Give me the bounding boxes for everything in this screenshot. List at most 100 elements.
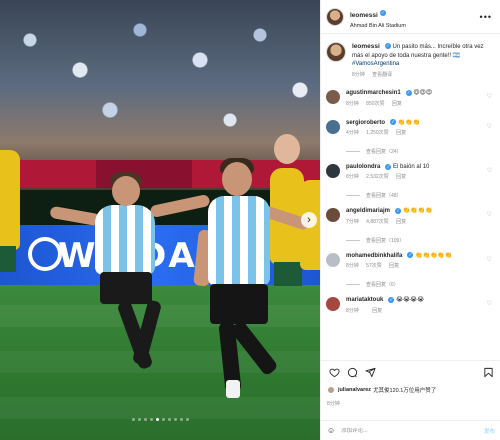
commenter-username[interactable]: mariataktouk — [346, 297, 383, 303]
comment-item: mohamedbinkhalifa ✓ 👏👏👏👏👏 8分钟 57次赞 回复 ♡ 查… — [326, 246, 496, 288]
comment-likes[interactable]: 4,887次赞 — [366, 219, 389, 225]
comment-meta: 7分钟 4,887次赞 回复 — [346, 219, 486, 226]
comment-time: 8分钟 — [346, 263, 359, 270]
player-yellow-shorts — [274, 262, 302, 286]
comment-body: mariataktouk ✓ 😭😭😭😭 8分钟 回复 — [346, 296, 486, 314]
player2-shirt — [208, 196, 270, 286]
view-replies-text[interactable]: 查看回复（6） — [366, 281, 399, 288]
caption-username[interactable]: leomessi — [352, 43, 380, 50]
comment-like-icon[interactable]: ♡ — [487, 93, 492, 100]
commenter-avatar[interactable] — [326, 208, 340, 223]
verified-icon: ✓ — [395, 207, 402, 214]
comment-meta: 8分钟 850次赞 回复 — [346, 101, 486, 108]
view-replies-text[interactable]: 查看回复（109） — [366, 237, 404, 244]
player1-arm-left — [49, 205, 101, 227]
comment-meta: 4分钟 1,250次赞 回复 — [346, 130, 486, 137]
caption-hashtag[interactable]: #VamosArgentina — [352, 61, 399, 67]
comment-item: sergioroberto ✓ 👏👏👏 4分钟 1,250次赞 回复 ♡ 查看回复… — [326, 113, 496, 155]
carousel-dot — [161, 418, 165, 421]
comment-likes[interactable]: 57次赞 — [366, 263, 382, 269]
verified-icon: ✓ — [385, 163, 392, 170]
reply-link[interactable]: 回复 — [396, 219, 406, 225]
carousel-dot — [149, 418, 153, 421]
replies-line — [346, 284, 360, 286]
save-button[interactable] — [481, 366, 495, 380]
verified-icon: ✓ — [390, 119, 397, 126]
emoji-icon[interactable]: ☺ — [327, 426, 335, 435]
view-replies-link[interactable]: 查看回复（48） — [346, 192, 496, 199]
post-location[interactable]: Ahmad Bin Ali Stadium — [350, 23, 406, 29]
reply-link[interactable]: 回复 — [389, 263, 399, 269]
view-replies-text[interactable]: 查看回复（48） — [366, 192, 402, 199]
reply-link[interactable]: 回复 — [396, 174, 406, 180]
comment-like-icon[interactable]: ♡ — [487, 256, 492, 263]
liker-avatar — [327, 386, 335, 394]
post-actions — [321, 360, 500, 384]
author-username[interactable]: leomessi — [350, 12, 378, 19]
comment-like-icon[interactable]: ♡ — [487, 300, 492, 307]
comment-like-icon[interactable]: ♡ — [487, 123, 492, 130]
commenter-username[interactable]: paulolondra — [346, 164, 380, 170]
likes-count-text[interactable]: 尤其俊120.1万位用户赞了 — [373, 386, 436, 394]
commenter-username[interactable]: sergioroberto — [346, 120, 385, 126]
comment-body: angeldimariajm ✓ 👏👏👏👏 7分钟 4,887次赞 回复 — [346, 207, 486, 225]
comment-like-icon[interactable]: ♡ — [487, 167, 492, 174]
likes-summary[interactable]: julianalvarez 尤其俊120.1万位用户赞了 — [327, 386, 436, 394]
view-replies-text[interactable]: 查看回复（24） — [366, 148, 402, 155]
more-options-icon[interactable]: ••• — [480, 12, 492, 22]
comment-text: El baión al 10 — [393, 164, 430, 171]
comment-likes[interactable]: 2,532次赞 — [366, 174, 389, 180]
commenter-avatar[interactable] — [326, 252, 340, 267]
comment-row: angeldimariajm ✓ 👏👏👏👏 7分钟 4,887次赞 回复 ♡ — [326, 201, 496, 230]
share-button[interactable] — [363, 366, 377, 380]
verified-icon: ✓ — [405, 89, 412, 96]
commenter-avatar[interactable] — [326, 297, 340, 312]
carousel-dot — [131, 418, 135, 421]
carousel-dot — [167, 418, 171, 421]
comment-likes[interactable]: 1,250次赞 — [366, 130, 389, 136]
comment-body: sergioroberto ✓ 👏👏👏 4分钟 1,250次赞 回复 — [346, 119, 486, 137]
view-replies-link[interactable]: 查看回复（24） — [346, 148, 496, 155]
commenter-username[interactable]: angeldimariajm — [346, 208, 390, 214]
comment-row: sergioroberto ✓ 👏👏👏 4分钟 1,250次赞 回复 ♡ — [326, 113, 496, 142]
like-button[interactable] — [327, 366, 341, 380]
post-photo[interactable]: WA DA › — [0, 0, 320, 440]
verified-icon: ✓ — [384, 43, 391, 50]
carousel-next-button[interactable]: › — [301, 212, 317, 228]
chevron-right-icon: › — [307, 214, 311, 226]
comment-text: 👏👏👏👏👏 — [415, 252, 453, 259]
commenter-avatar[interactable] — [326, 164, 340, 179]
likes-username[interactable]: julianalvarez — [338, 387, 371, 393]
comment-row: agustinmarchesin1 ✓ 😍😍😍 8分钟 850次赞 回复 ♡ — [326, 83, 496, 112]
replies-line — [346, 239, 360, 241]
reply-link[interactable]: 回复 — [392, 101, 402, 107]
reply-link[interactable]: 回复 — [372, 308, 382, 314]
player-left-edge — [0, 150, 20, 250]
heart-icon — [328, 368, 340, 378]
commenter-avatar[interactable] — [326, 90, 340, 105]
commenter-username[interactable]: agustinmarchesin1 — [346, 90, 401, 96]
photo-ad-logo — [28, 237, 62, 271]
caption-avatar[interactable] — [326, 42, 346, 62]
comment-likes[interactable]: 850次赞 — [366, 101, 384, 107]
carousel-dot — [155, 418, 159, 421]
view-replies-link[interactable]: 查看回复（6） — [346, 281, 496, 288]
carousel-dot — [173, 418, 177, 421]
comments-list[interactable]: leomessi ✓ Un pasito más... Increíble otr… — [321, 34, 500, 360]
commenter-username[interactable]: mohamedbinkhalifa — [346, 253, 402, 259]
player2-sock — [226, 380, 240, 398]
comment-text: 😍😍😍 — [413, 90, 433, 97]
comment-text: 👏👏👏👏 — [402, 208, 433, 215]
see-translation-link[interactable]: 查看翻译 — [372, 72, 392, 78]
player1-arm-right — [149, 193, 211, 219]
caption-body: leomessi ✓ Un pasito más... Increíble otr… — [352, 42, 496, 79]
comment-button[interactable] — [345, 366, 359, 380]
comment-row: mariataktouk ✓ 😭😭😭😭 8分钟 回复 ♡ — [326, 290, 496, 319]
reply-link[interactable]: 回复 — [396, 130, 406, 136]
view-replies-link[interactable]: 查看回复（109） — [346, 237, 496, 244]
author-avatar[interactable] — [326, 7, 344, 26]
post-comment-button[interactable]: 发布 — [484, 427, 495, 435]
commenter-avatar[interactable] — [326, 119, 340, 134]
comment-like-icon[interactable]: ♡ — [487, 211, 492, 218]
comment-input[interactable] — [341, 427, 462, 434]
